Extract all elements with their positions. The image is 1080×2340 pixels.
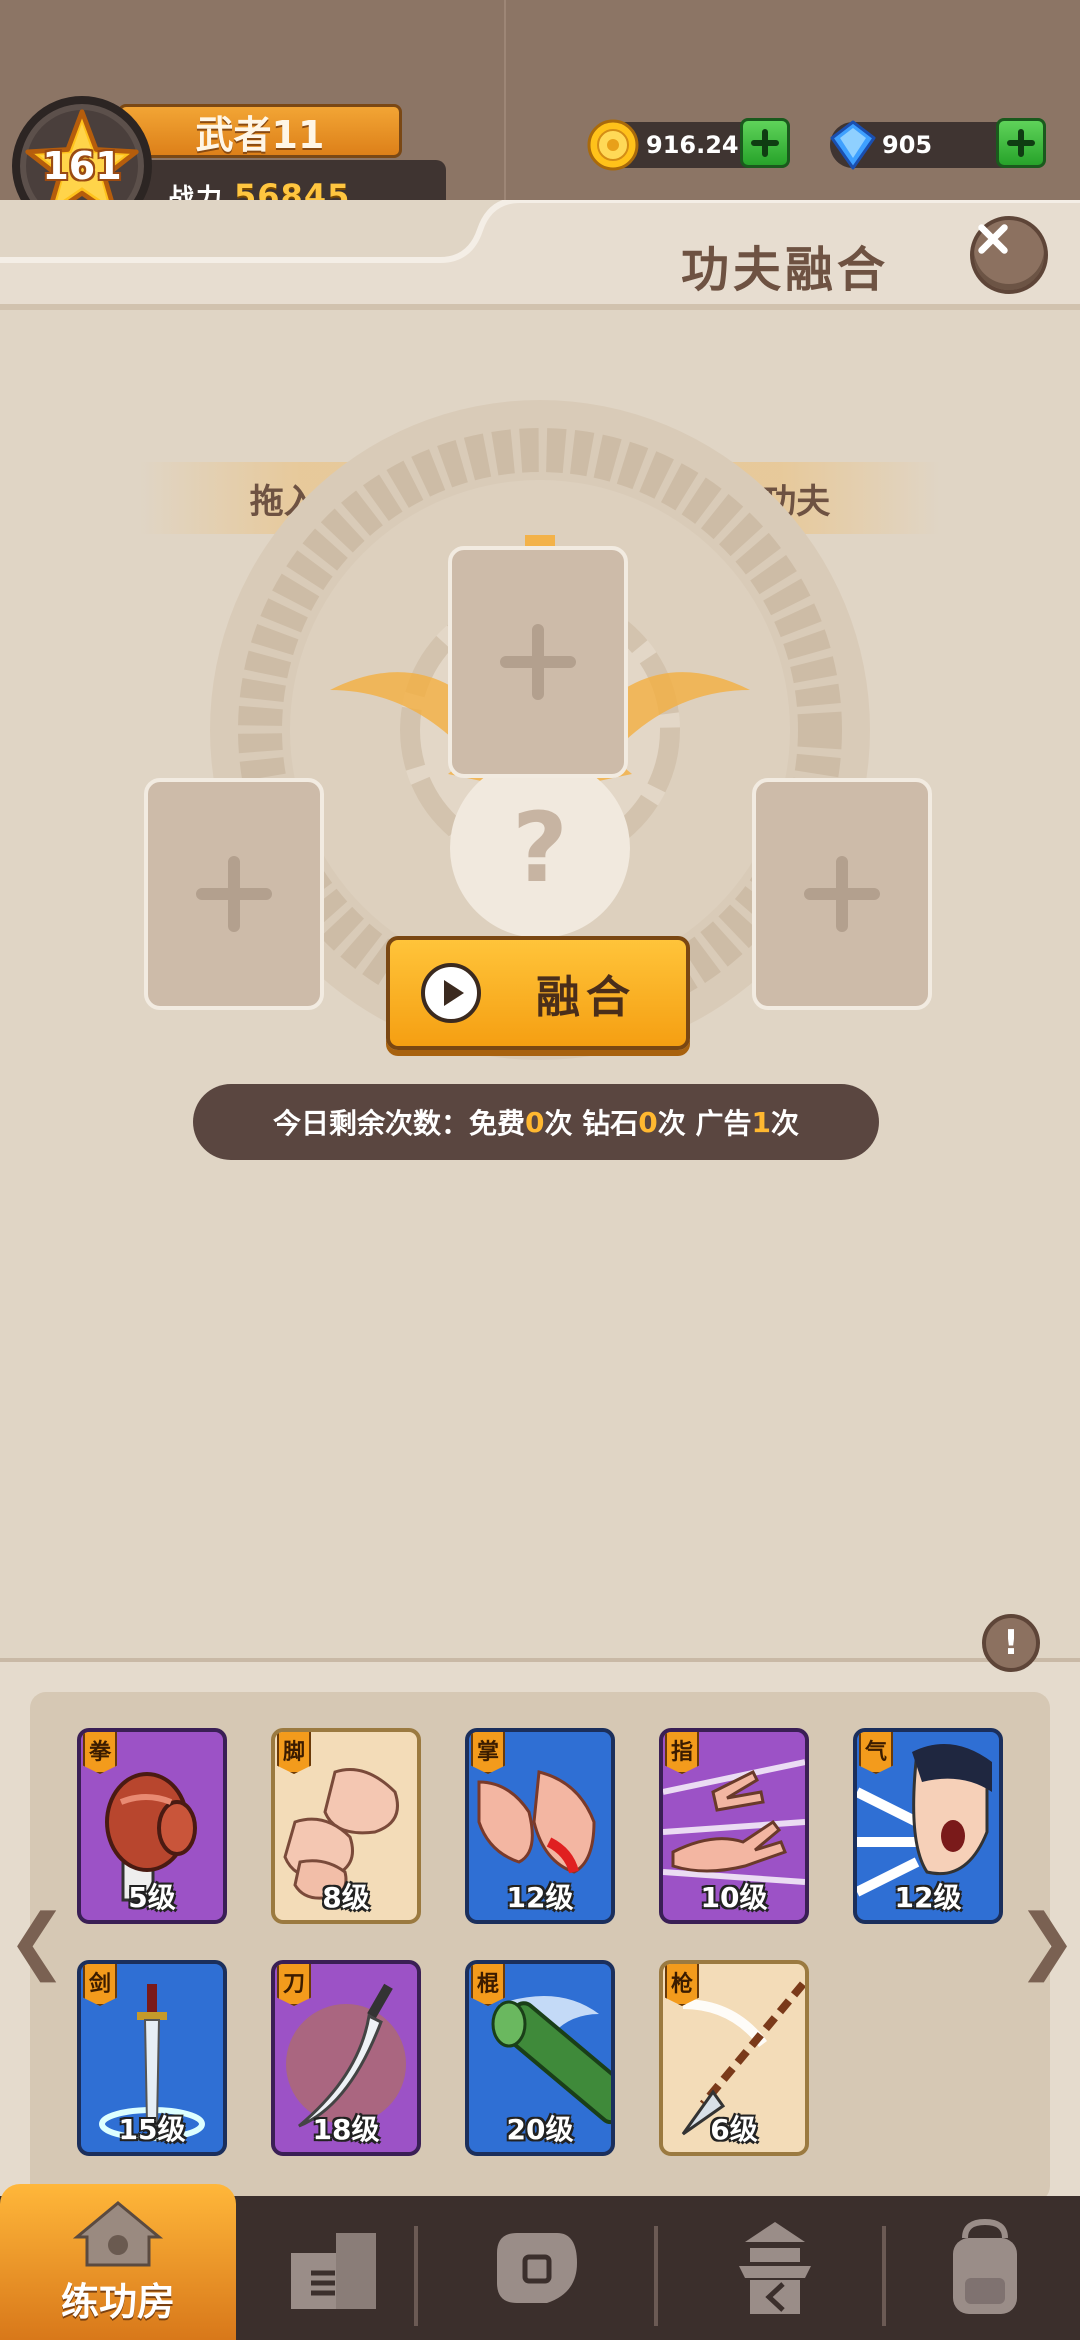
free-label: 免费	[469, 1107, 526, 1140]
fusion-slot-left[interactable]	[144, 778, 324, 1010]
player-level: 161	[42, 144, 122, 188]
backpack-icon	[953, 2218, 1017, 2314]
skill-level: 10级	[700, 1881, 768, 1914]
prev-page-arrow[interactable]: ❮	[7, 1898, 67, 1982]
close-button[interactable]	[970, 216, 1048, 294]
pagoda-icon	[739, 2222, 811, 2314]
add-diamond-button[interactable]	[996, 118, 1046, 168]
bottom-nav: 练功房	[0, 2184, 1080, 2340]
fuse-button-label: 融合	[536, 972, 636, 1023]
house-icon	[73, 2200, 163, 2266]
nav-fist[interactable]	[452, 2196, 622, 2340]
building-icon	[291, 2233, 376, 2309]
skill-level: 8级	[322, 1881, 370, 1914]
fuse-button[interactable]: 融合	[386, 936, 690, 1050]
diamond-counter: 905	[830, 118, 1046, 170]
skill-type-tag: 枪	[665, 1964, 699, 2006]
skill-type-tag: 气	[859, 1732, 893, 1774]
skill-type-tag: 剑	[83, 1964, 117, 2006]
fusion-result-slot: ?	[450, 758, 630, 938]
gold-counter: 916.24K	[587, 118, 790, 171]
skill-type-tag: 拳	[83, 1732, 117, 1774]
fist-icon	[497, 2233, 577, 2303]
skill-level: 18级	[312, 2113, 380, 2146]
skill-level: 15级	[118, 2113, 186, 2146]
diamond-icon	[830, 120, 876, 170]
close-icon	[978, 224, 1008, 254]
skill-level: 5级	[128, 1881, 176, 1914]
skill-card-kick[interactable]: 脚 8级	[271, 1728, 421, 1924]
next-page-arrow[interactable]: ❯	[1017, 1898, 1077, 1982]
skill-type-tag: 棍	[471, 1964, 505, 2006]
diamond-label: 钻石	[582, 1107, 639, 1140]
skill-type-tag: 掌	[471, 1732, 505, 1774]
gold-coin-icon	[587, 119, 639, 171]
nav-separator	[414, 2226, 418, 2326]
player-name: 武者11	[118, 104, 402, 158]
nav-training-room[interactable]: 练功房	[0, 2184, 236, 2340]
nav-label: 练功房	[60, 2279, 175, 2324]
background-stripe	[504, 0, 506, 200]
fusion-slot-right[interactable]	[752, 778, 932, 1010]
plus-icon	[1007, 129, 1035, 157]
panel-header: 功夫融合	[0, 200, 1080, 310]
add-gold-button[interactable]	[740, 118, 790, 168]
nav-building[interactable]	[246, 2196, 416, 2340]
plus-icon	[196, 856, 272, 932]
play-ad-icon	[421, 963, 481, 1023]
skill-level: 20级	[506, 2113, 574, 2146]
ad-count: 1	[751, 1105, 771, 1139]
skill-type-tag: 刀	[277, 1964, 311, 2006]
plus-icon	[804, 856, 880, 932]
nav-backpack[interactable]	[900, 2196, 1070, 2340]
free-count: 0	[525, 1105, 545, 1139]
skill-card-spear[interactable]: 枪 6级	[659, 1960, 809, 2156]
diamond-count: 0	[638, 1105, 658, 1139]
ad-label: 广告	[695, 1107, 752, 1140]
times-label: 次	[771, 1107, 800, 1140]
skill-card-palm[interactable]: 掌 12级	[465, 1728, 615, 1924]
skill-type-tag: 脚	[277, 1732, 311, 1774]
skill-card-sword[interactable]: 剑 15级	[77, 1960, 227, 2156]
skill-card-qi[interactable]: 气 12级	[853, 1728, 1003, 1924]
skill-card-fist[interactable]: 拳 5级	[77, 1728, 227, 1924]
panel-title: 功夫融合	[680, 242, 889, 298]
skill-card-finger[interactable]: 指 10级	[659, 1728, 809, 1924]
remaining-prefix: 今日剩余次数：	[272, 1107, 469, 1140]
skill-level: 6级	[710, 2113, 758, 2146]
nav-pagoda[interactable]	[690, 2196, 860, 2340]
skill-card-staff[interactable]: 棍 20级	[465, 1960, 615, 2156]
times-label: 次	[544, 1107, 583, 1140]
nav-separator	[654, 2226, 658, 2326]
plus-icon	[751, 129, 779, 157]
diamond-value: 905	[882, 131, 933, 159]
skill-level: 12级	[894, 1881, 962, 1914]
times-label: 次	[657, 1107, 696, 1140]
plus-icon	[500, 624, 576, 700]
skill-level: 12级	[506, 1881, 574, 1914]
fusion-slot-top[interactable]	[448, 546, 628, 778]
skill-card-saber[interactable]: 刀 18级	[271, 1960, 421, 2156]
skill-type-tag: 指	[665, 1732, 699, 1774]
info-button[interactable]: !	[982, 1614, 1040, 1672]
remaining-count-bar: 今日剩余次数： 免费 0 次 钻石 0 次 广告 1 次	[193, 1084, 879, 1160]
nav-separator	[882, 2226, 886, 2326]
